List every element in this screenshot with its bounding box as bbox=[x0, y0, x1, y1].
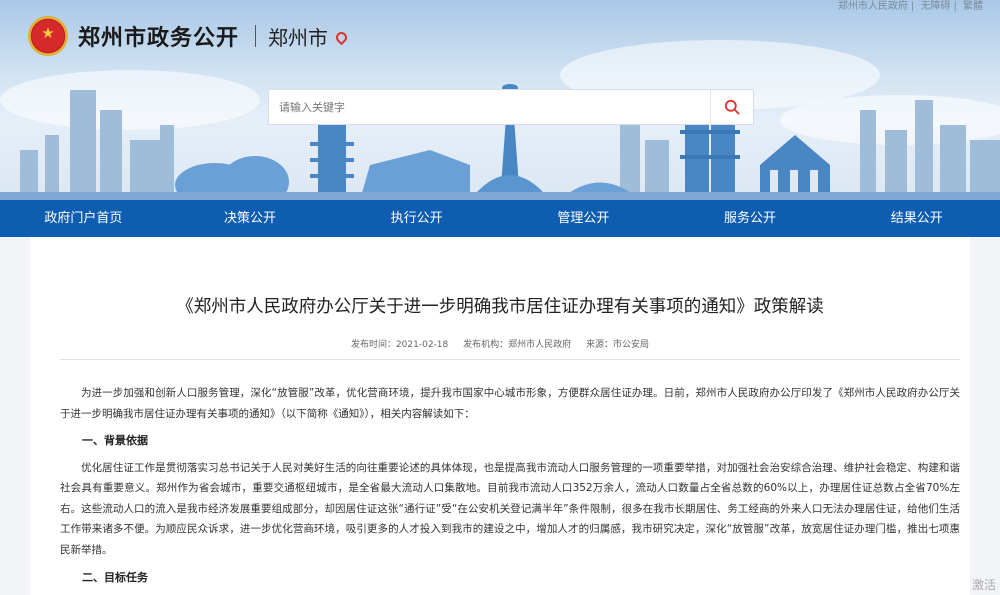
nav-result[interactable]: 结果公开 bbox=[833, 200, 1000, 237]
divider bbox=[60, 359, 960, 360]
search-icon bbox=[724, 99, 740, 115]
search-button[interactable] bbox=[710, 90, 753, 124]
source: 来源：市公安局 bbox=[586, 340, 650, 350]
publish-time: 发布时间：2021-02-18 bbox=[350, 340, 449, 350]
article-meta: 发布时间：2021-02-18 发布机构：郑州市人民政府 来源：市公安局 bbox=[30, 337, 970, 350]
search-input[interactable] bbox=[269, 90, 710, 124]
link-gov-portal[interactable]: 郑州市人民政府 bbox=[838, 1, 908, 12]
link-accessibility[interactable]: 无障碍 bbox=[920, 1, 950, 12]
intro-paragraph: 为进一步加强和创新人口服务管理，深化“放管服”改革，优化营商环境，提升我市国家中… bbox=[60, 387, 960, 420]
section-heading: 二、目标任务 bbox=[82, 571, 148, 584]
nav-decision[interactable]: 决策公开 bbox=[167, 200, 334, 237]
title-divider bbox=[255, 25, 257, 47]
top-links: 郑州市人民政府 | 无障碍 | 繁體 bbox=[837, 1, 983, 12]
city-name: 郑州市 bbox=[268, 25, 329, 50]
location-pin-icon bbox=[333, 29, 350, 45]
search-box bbox=[268, 89, 754, 125]
nav-management[interactable]: 管理公开 bbox=[500, 200, 667, 237]
national-emblem-icon bbox=[28, 16, 68, 56]
nav-service[interactable]: 服务公开 bbox=[667, 200, 834, 237]
site-logo[interactable]: 郑州市政务公开 郑州市 bbox=[28, 14, 350, 58]
article-panel: 《郑州市人民政府办公厅关于进一步明确我市居住证办理有关事项的通知》政策解读 发布… bbox=[30, 237, 970, 595]
nav-execution[interactable]: 执行公开 bbox=[333, 200, 500, 237]
nav-home[interactable]: 政府门户首页 bbox=[0, 200, 167, 237]
article-body: 为进一步加强和创新人口服务管理，深化“放管服”改革，优化营商环境，提升我市国家中… bbox=[60, 383, 960, 595]
section-heading: 一、背景依据 bbox=[82, 434, 148, 447]
article-title: 《郑州市人民政府办公厅关于进一步明确我市居住证办理有关事项的通知》政策解读 bbox=[176, 297, 824, 317]
publisher: 发布机构：郑州市人民政府 bbox=[463, 340, 572, 350]
activation-watermark: 激活 bbox=[971, 578, 996, 592]
city-selector[interactable]: 郑州市 bbox=[268, 22, 350, 51]
site-title: 郑州市政务公开 bbox=[78, 26, 240, 51]
link-traditional-chinese[interactable]: 繁體 bbox=[963, 1, 983, 12]
main-nav: 政府门户首页 决策公开 执行公开 管理公开 服务公开 结果公开 bbox=[0, 200, 1000, 237]
section-paragraph: 优化居住证工作是贯彻落实习总书记关于人民对美好生活的向往重要论述的具体体现，也是… bbox=[60, 461, 960, 556]
